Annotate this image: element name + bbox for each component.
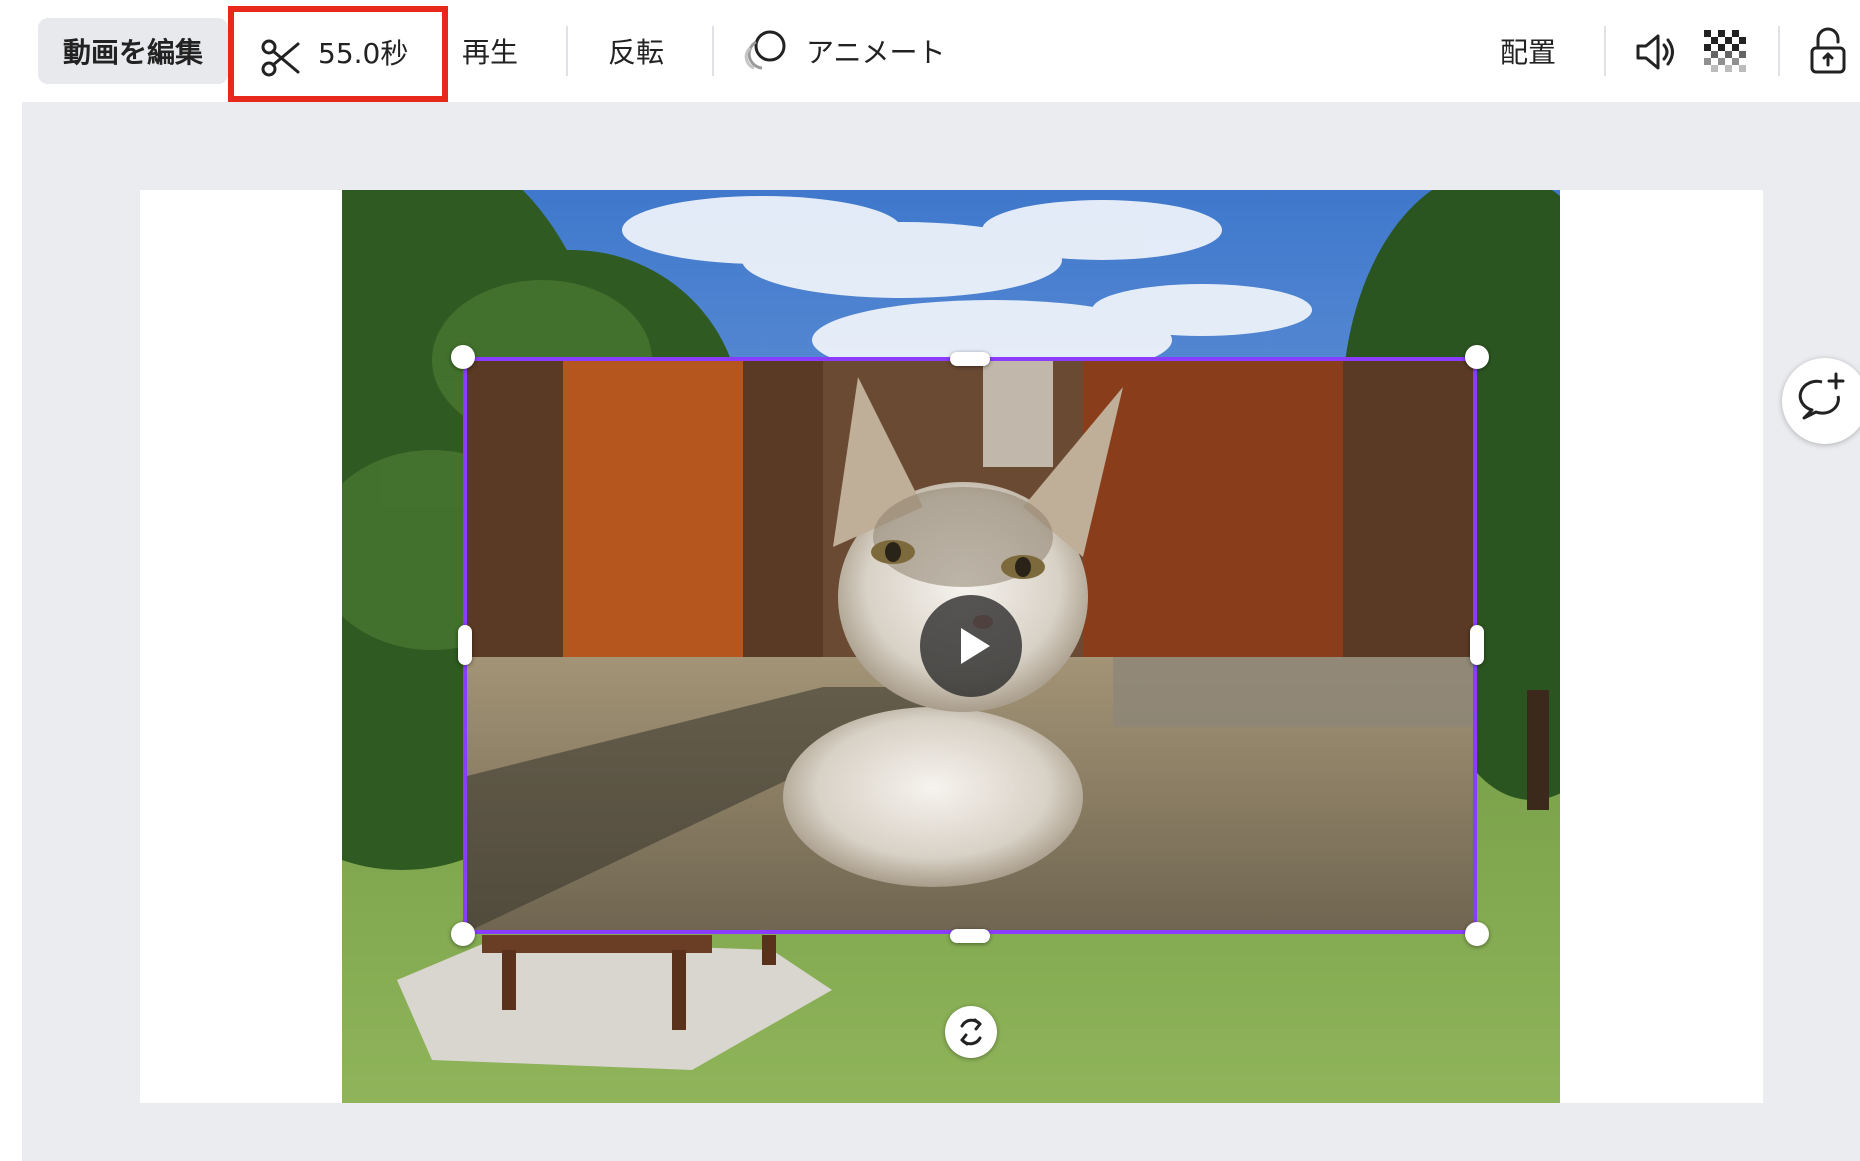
resize-handle-left[interactable] [458,625,472,665]
toolbar-divider [712,26,714,76]
resize-handle-top-right[interactable] [1465,345,1489,369]
toolbar-divider [1778,26,1780,76]
position-button[interactable]: 配置 [1500,0,1556,102]
edit-video-button[interactable]: 動画を編集 [38,18,228,84]
animate-icon [744,30,786,70]
rotate-icon [960,1018,982,1046]
resize-handle-top[interactable] [950,352,990,366]
add-comment-icon [1798,372,1845,420]
rotate-handle[interactable] [945,1006,997,1058]
editor-toolbar: 動画を編集 55.0秒 再生 反転 アニメート 配置 [0,0,1860,102]
position-label: 配置 [1500,36,1557,69]
resize-handle-right[interactable] [1470,625,1484,665]
play-icon [961,628,990,664]
lock-icon[interactable] [1808,26,1848,76]
add-comment-button[interactable] [1782,358,1860,444]
resize-handle-bottom[interactable] [950,929,990,943]
trim-duration-button[interactable]: 55.0秒 [228,6,448,102]
animate-button[interactable]: アニメート [740,0,945,102]
animate-label: アニメート [806,36,946,69]
resize-handle-bottom-right[interactable] [1465,922,1489,946]
speaker-icon[interactable] [1634,30,1678,74]
scissors-icon [261,39,300,77]
video-duration: 55.0秒 [318,37,409,70]
play-label: 再生 [462,36,519,69]
transparency-icon[interactable] [1704,30,1748,74]
flip-button[interactable]: 反転 [608,0,664,102]
toolbar-divider [566,26,568,76]
flip-label: 反転 [608,36,665,69]
video-play-button[interactable] [920,595,1022,697]
resize-handle-bottom-left[interactable] [451,922,475,946]
play-button[interactable]: 再生 [462,0,518,102]
toolbar-divider [1604,26,1606,76]
resize-handle-top-left[interactable] [451,345,475,369]
edit-video-label: 動画を編集 [62,36,203,69]
